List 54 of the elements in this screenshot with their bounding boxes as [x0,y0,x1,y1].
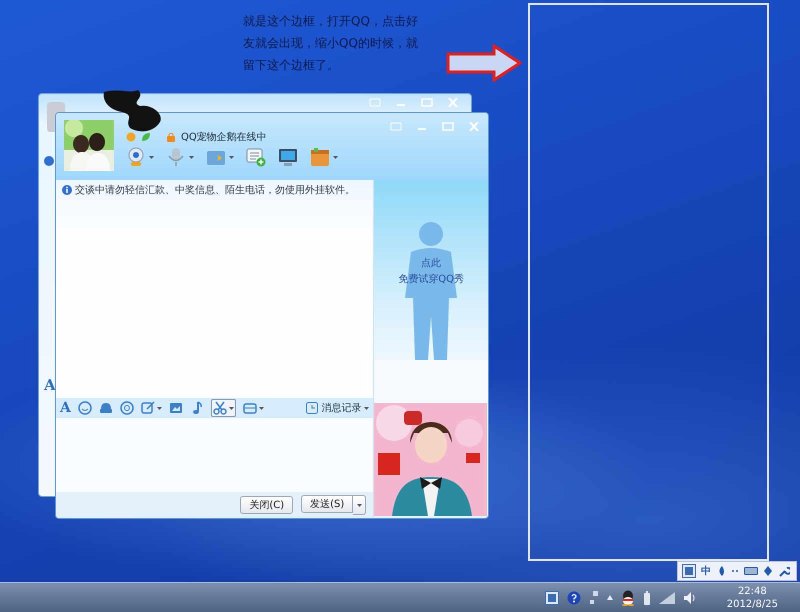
microphone-icon[interactable] [166,147,186,167]
smiley-icon[interactable] [78,401,92,415]
show-hidden-icon[interactable] [606,595,613,600]
history-button[interactable]: 消息记录 [306,401,370,415]
network-icon[interactable] [588,590,599,606]
caret-icon [364,406,370,410]
clock-time: 22:48 [738,584,767,598]
caret-icon [149,156,154,158]
caret-icon [228,406,234,410]
caret-icon [258,406,264,410]
arrow-icon [446,44,522,82]
diamond-icon[interactable] [763,565,773,577]
annotation-text: 就是这个边框，打开QQ，点击好友就会出现，缩小QQ的时候，就留下这个边框了。 [243,13,419,74]
message-input[interactable] [56,418,374,492]
image-icon[interactable] [168,401,183,415]
show-prompt-text: 点此 [421,256,442,270]
input-mode-button[interactable]: 中 [701,564,711,578]
caret-icon [356,504,362,506]
help-icon[interactable] [566,590,581,604]
clock-icon [306,402,318,414]
show-prompt-text: 免费试穿QQ秀 [398,272,464,286]
leaf-icon [141,132,151,142]
caret-icon [229,156,234,158]
font-button[interactable]: A [44,376,56,394]
app-box-icon[interactable] [310,147,330,167]
keyboard-icon[interactable] [744,566,758,576]
close-button[interactable]: 关闭(C) [240,496,294,514]
clock-date: 2012/8/25 [726,598,778,610]
penguin-icon[interactable] [620,590,635,606]
battery-icon[interactable] [642,590,651,606]
message-add-icon[interactable] [246,147,266,167]
warning-notice: 交谈中请勿轻信汇款、中奖信息、陌生电话，勿使用外挂软件。 [75,184,355,197]
ime-logo-icon[interactable] [682,564,696,578]
scissors-icon[interactable] [212,401,227,415]
monitor-icon[interactable] [278,147,298,167]
speaker-icon[interactable] [682,590,697,604]
signal-icon[interactable] [658,592,675,604]
ime-logo-icon[interactable] [544,590,559,604]
hat-icon[interactable] [98,401,113,415]
caret-icon [156,406,162,410]
caret-icon [189,156,194,158]
wrench-icon[interactable] [778,565,790,577]
edit-icon[interactable] [140,401,155,415]
status-text: QQ宠物企鹅在线中 [181,130,267,144]
font-button[interactable]: A [60,401,71,415]
avatar-show-panel[interactable]: 点此 免费试穿QQ秀 [374,180,488,360]
clock[interactable]: 22:48 2012/8/25 [726,584,778,610]
caret-icon [333,156,338,158]
window-icon[interactable] [242,401,257,415]
send-button[interactable]: 发送(S) [301,495,354,513]
swirl-icon[interactable] [120,401,134,415]
send-options-button[interactable] [353,495,366,515]
webcam-icon[interactable] [126,147,146,167]
lock-icon [166,132,176,142]
